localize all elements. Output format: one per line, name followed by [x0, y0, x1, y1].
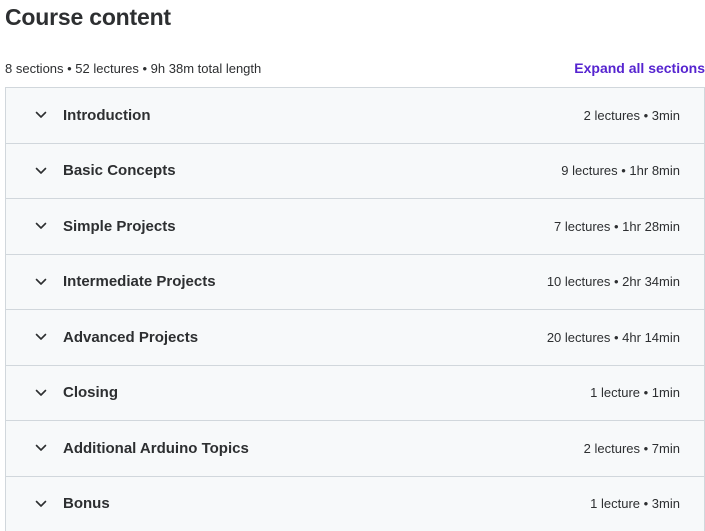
section-meta: 1 lecture • 1min [590, 385, 680, 401]
chevron-down-icon [33, 163, 49, 179]
section-item[interactable]: Introduction 2 lectures • 3min [6, 88, 704, 144]
section-title: Basic Concepts [63, 162, 176, 180]
section-item[interactable]: Basic Concepts 9 lectures • 1hr 8min [6, 143, 704, 199]
section-meta: 7 lectures • 1hr 28min [554, 218, 680, 234]
section-meta: 2 lectures • 7min [583, 440, 680, 456]
section-item[interactable]: Additional Arduino Topics 2 lectures • 7… [6, 421, 704, 477]
section-title: Advanced Projects [63, 328, 199, 346]
section-item[interactable]: Bonus 1 lecture • 3min [6, 476, 704, 531]
section-title: Bonus [63, 495, 110, 513]
section-title: Intermediate Projects [63, 273, 216, 291]
sections-list: Introduction 2 lectures • 3min Basic Con… [5, 87, 705, 531]
section-title: Additional Arduino Topics [63, 439, 249, 457]
chevron-down-icon [33, 496, 49, 512]
section-meta: 10 lectures • 2hr 34min [546, 274, 680, 290]
chevron-down-icon [33, 385, 49, 401]
page-title: Course content [5, 4, 171, 30]
course-summary-row: 8 sections • 52 lectures • 9h 38m total … [5, 59, 705, 77]
chevron-down-icon [33, 329, 49, 345]
chevron-down-icon [33, 218, 49, 234]
chevron-down-icon [33, 440, 49, 456]
section-item[interactable]: Advanced Projects 20 lectures • 4hr 14mi… [6, 310, 704, 366]
section-title: Introduction [63, 106, 151, 124]
section-title: Simple Projects [63, 217, 176, 235]
chevron-down-icon [33, 274, 49, 290]
expand-all-sections-button[interactable]: Expand all sections [574, 60, 705, 76]
section-meta: 1 lecture • 3min [590, 496, 680, 512]
course-summary: 8 sections • 52 lectures • 9h 38m total … [5, 60, 262, 76]
section-item[interactable]: Closing 1 lecture • 1min [6, 365, 704, 421]
section-meta: 9 lectures • 1hr 8min [561, 163, 680, 179]
section-item[interactable]: Simple Projects 7 lectures • 1hr 28min [6, 199, 704, 255]
course-content-panel: Course content 8 sections • 52 lectures … [0, 0, 705, 531]
section-meta: 20 lectures • 4hr 14min [546, 329, 680, 345]
section-meta: 2 lectures • 3min [583, 107, 680, 123]
section-item[interactable]: Intermediate Projects 10 lectures • 2hr … [6, 254, 704, 310]
section-title: Closing [63, 384, 118, 402]
chevron-down-icon [33, 107, 49, 123]
